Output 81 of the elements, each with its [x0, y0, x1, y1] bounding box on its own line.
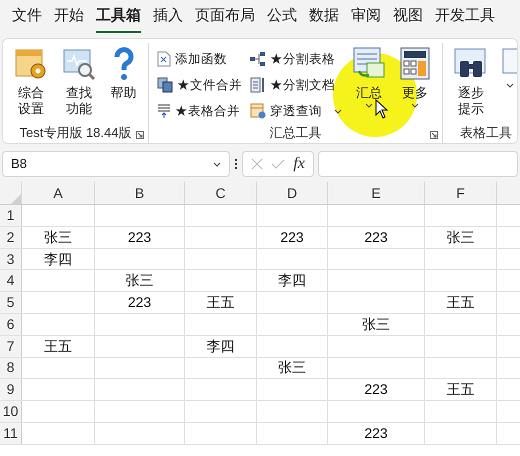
cell-text: 张三 [126, 271, 154, 290]
ribbon-large-button[interactable]: 查找功能 [59, 43, 99, 123]
split-document-icon [250, 77, 266, 93]
menu-tab[interactable]: 开始 [48, 2, 90, 36]
dialog-launcher-icon[interactable] [136, 131, 144, 139]
caret-icon [411, 103, 419, 108]
column-header[interactable]: E [328, 182, 425, 204]
group-title: 表格工具 [460, 124, 512, 142]
menu-tab[interactable]: 页面布局 [189, 2, 261, 36]
column-header[interactable]: F [425, 182, 497, 204]
caret-icon [365, 103, 373, 108]
cell-text: 223 [364, 380, 388, 400]
insert-function-button[interactable]: fx [293, 152, 305, 176]
menu-tab[interactable]: 审阅 [345, 2, 387, 36]
name-box[interactable]: B8 [2, 151, 230, 177]
cell-text: 223 [128, 293, 152, 312]
cancel-icon[interactable] [251, 158, 264, 170]
row-header[interactable]: 11 [0, 422, 22, 444]
ribbon-small-button[interactable]: ★文件合并 [157, 73, 242, 97]
ribbon-small-button[interactable]: ★表格合并 [157, 99, 242, 123]
row-header[interactable]: 3 [0, 248, 22, 270]
magnifier-chart-icon [62, 47, 96, 81]
cell-text: 223 [280, 228, 304, 247]
menu-tab[interactable]: 数据 [303, 2, 345, 36]
row-header[interactable]: 6 [0, 314, 22, 335]
cell-text: 张三 [44, 228, 72, 247]
files-icon [157, 77, 173, 93]
row-header[interactable]: 1 [0, 205, 22, 226]
ribbon-large-button[interactable]: 逐步提示 [451, 43, 491, 123]
column-header[interactable]: D [257, 182, 328, 204]
cell-text: 李四 [44, 250, 72, 268]
column-header[interactable]: B [95, 182, 185, 204]
caret-icon [506, 83, 514, 88]
menu-tab[interactable]: 开发工具 [429, 2, 501, 36]
cell-text: 张三 [446, 228, 474, 247]
row-header[interactable]: 4 [0, 270, 22, 292]
group-title: Test专用版 18.44版 [20, 124, 132, 142]
cell-text: 张三 [362, 314, 390, 334]
question-mark-icon [112, 47, 134, 81]
cell-text: 王五 [44, 336, 72, 356]
ribbon-small-button[interactable]: 穿透查询 [250, 99, 342, 123]
row-header[interactable]: 8 [0, 358, 22, 378]
cell-text: 李四 [206, 336, 234, 356]
formula-input[interactable] [318, 151, 518, 177]
caret-icon [334, 108, 342, 114]
row-header[interactable]: 9 [0, 379, 22, 400]
split-tree-icon [250, 52, 266, 66]
check-icon[interactable] [271, 158, 286, 170]
group-title: 汇总工具 [270, 124, 322, 142]
row-header[interactable]: 10 [0, 401, 22, 422]
ribbon-large-button[interactable]: 综合设置 [11, 43, 51, 123]
ribbon-small-button[interactable]: ★分割文档 [250, 73, 342, 97]
menu-tab[interactable]: 工具箱 [90, 2, 147, 36]
cell-text: 王五 [206, 293, 234, 312]
row-header[interactable]: 2 [0, 226, 22, 248]
cell-text: 223 [364, 228, 388, 247]
mouse-pointer-icon [375, 99, 389, 119]
dialog-launcher-icon[interactable] [430, 131, 438, 139]
cell-text: 王五 [446, 380, 474, 400]
menu-tab[interactable]: 文件 [6, 2, 48, 36]
row-header[interactable]: 7 [0, 336, 22, 357]
more-dots-icon[interactable] [234, 158, 238, 170]
cell-text: 王五 [446, 293, 474, 312]
gear-window-icon [14, 47, 48, 81]
menu-tab[interactable]: 视图 [387, 2, 429, 36]
ribbon-large-button[interactable]: 帮助 [107, 43, 140, 123]
function-page-icon [157, 51, 171, 67]
caret-icon [213, 162, 221, 166]
column-header[interactable]: C [185, 182, 257, 204]
column-header[interactable]: A [22, 182, 95, 204]
ribbon-small-button[interactable]: 添加函数 [157, 47, 242, 71]
calculator-icon [399, 47, 431, 81]
cell-text: 张三 [278, 358, 306, 378]
cell-text: 李四 [278, 271, 306, 290]
cell-text: 223 [128, 228, 152, 247]
menu-tab[interactable]: 公式 [261, 2, 303, 36]
menu-tab[interactable]: 插入 [147, 2, 189, 36]
lines-arrow-icon [157, 103, 171, 119]
row-header[interactable]: 5 [0, 292, 22, 313]
ribbon-small-button[interactable]: ★分割表格 [250, 47, 342, 71]
cell-text: 223 [364, 424, 388, 443]
